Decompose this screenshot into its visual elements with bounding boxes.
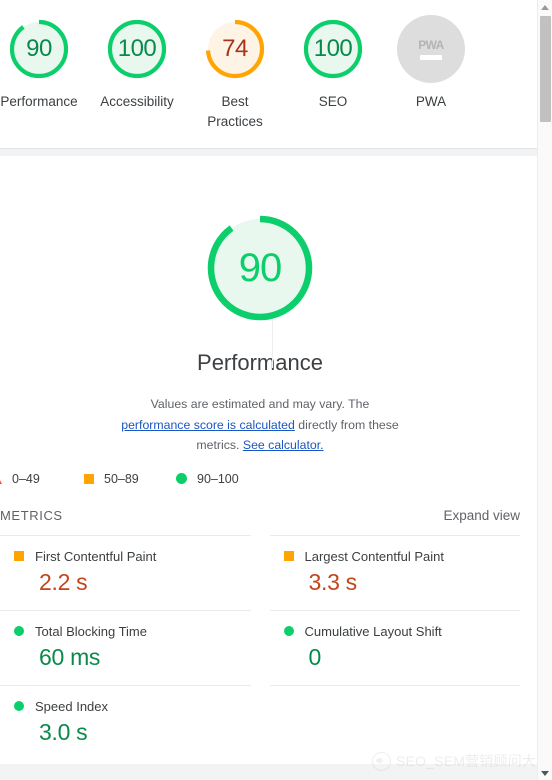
circle-marker-icon [14,626,24,636]
category-gauge-seo[interactable]: 100 SEO [294,15,372,112]
performance-section-card: 90 Performance Values are estimated and … [0,156,538,764]
metric-item-empty-slot [269,684,520,760]
legend-range-fail: 0–49 [12,471,40,486]
legend-item-good: 90–100 [176,472,268,486]
pwa-null-dash-icon [420,55,442,60]
metric-value: 0 [308,643,322,670]
metric-item-total-blocking-time[interactable]: Total Blocking Time 60 ms [0,609,251,685]
category-gauge-list: 90 Performance 100 Accessibility 74 Best… [0,0,538,132]
score-range-legend: 0–49 50–89 90–100 [0,472,538,486]
scroll-up-button[interactable] [538,0,552,14]
legend-item-fail: 0–49 [0,472,84,486]
circle-marker-icon [283,626,294,636]
category-score-strip: 90 Performance 100 Accessibility 74 Best… [0,0,538,149]
score-disclaimer: Values are estimated and may vary. The p… [115,394,405,456]
metric-value: 60 ms [39,643,101,670]
category-label-best-practices: Best Practices [207,94,263,129]
score-ring-accessibility: 100 [103,15,171,83]
metric-name: Speed Index [35,698,109,714]
score-value-accessibility: 100 [117,35,157,62]
metric-value: 2.2 s [39,568,88,595]
metric-item-first-contentful-paint[interactable]: First Contentful Paint 2.2 s [0,534,251,610]
metric-row: Total Blocking Time [0,624,251,639]
score-ring-seo: 100 [299,15,367,83]
scrollbar-thumb[interactable] [540,16,551,122]
primary-score-ring: 90 [200,208,320,328]
pwa-badge-text: PWA [418,38,444,52]
metric-row: Speed Index [0,699,251,714]
expand-view-toggle[interactable]: Expand view [443,508,520,523]
category-label-accessibility: Accessibility [100,94,174,109]
score-value-best-practices: 74 [222,35,248,62]
square-marker-icon [14,551,24,561]
legend-range-average: 50–89 [104,471,139,486]
metric-value: 3.0 s [39,718,88,745]
metric-name: First Contentful Paint [35,548,157,564]
circle-marker-icon [14,701,24,711]
metrics-title: METRICS [0,507,63,523]
metric-item-largest-contentful-paint[interactable]: Largest Contentful Paint 3.3 s [269,534,521,610]
primary-score-title: Performance [197,350,323,375]
category-label-seo: SEO [318,94,348,109]
category-gauge-pwa[interactable]: PWA PWA [392,15,470,112]
primary-score-value: 90 [238,245,283,290]
square-marker-icon [84,473,94,484]
disclaimer-lead-text: Values are estimated and may vary. The [150,397,370,411]
metric-value: 3.3 s [308,568,358,595]
score-value-performance: 90 [26,35,52,62]
score-value-seo: 100 [313,35,353,62]
primary-gauge-zone: 90 Performance [0,156,538,376]
score-ring-pwa: PWA [397,15,465,83]
see-calculator-link[interactable]: See calculator. [243,438,324,452]
score-ring-performance: 90 [5,15,73,83]
square-marker-icon [283,551,294,561]
metric-item-cumulative-layout-shift[interactable]: Cumulative Layout Shift 0 [269,609,521,685]
metrics-grid: First Contentful Paint 2.2 s Largest Con… [0,534,538,760]
legend-range-good: 90–100 [197,471,239,486]
vertical-scrollbar[interactable] [537,0,552,780]
legend-item-average: 50–89 [84,472,176,486]
circle-marker-icon [176,473,187,484]
chevron-down-icon [541,770,549,776]
category-gauge-best-practices[interactable]: 74 Best Practices [196,15,274,132]
metric-item-speed-index[interactable]: Speed Index 3.0 s [0,684,251,760]
lighthouse-report-page: 90 Performance 100 Accessibility 74 Best… [0,0,552,780]
score-calculation-link[interactable]: performance score is calculated [121,418,295,432]
metric-name: Cumulative Layout Shift [304,623,442,639]
metric-row: First Contentful Paint [0,549,251,564]
metric-row: Cumulative Layout Shift [270,624,521,639]
chevron-up-icon [541,4,549,10]
category-gauge-performance[interactable]: 90 Performance [0,15,78,112]
category-label-pwa: PWA [415,94,447,109]
metrics-header: METRICS Expand view [0,508,538,523]
metric-row: Largest Contentful Paint [270,549,521,564]
metric-name: Largest Contentful Paint [304,548,444,564]
scroll-down-button[interactable] [538,766,552,780]
score-ring-best-practices: 74 [201,15,269,83]
metric-name: Total Blocking Time [35,623,147,639]
category-gauge-accessibility[interactable]: 100 Accessibility [98,15,176,112]
triangle-marker-icon [0,473,2,484]
category-label-performance: Performance [0,94,78,109]
